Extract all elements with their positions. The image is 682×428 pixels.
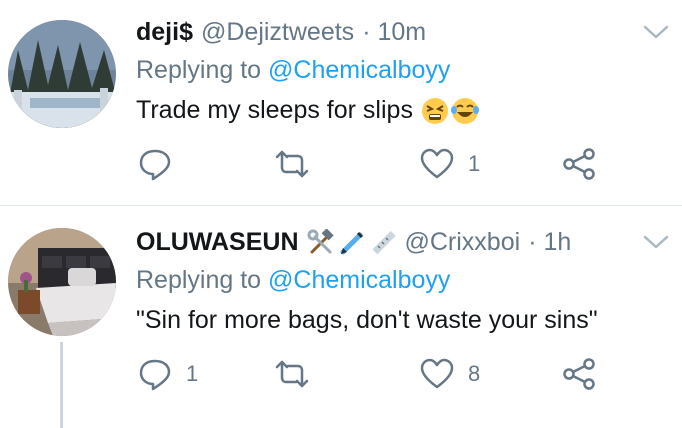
handle[interactable]: @Crixxboi	[405, 228, 521, 257]
like-button[interactable]: 8	[420, 356, 480, 392]
avatar[interactable]	[8, 228, 116, 336]
replying-to-handle[interactable]: @Chemicalboyy	[268, 266, 450, 294]
display-name[interactable]: deji$	[136, 18, 193, 47]
tweet-text: Trade my sleeps for slips	[136, 96, 479, 125]
chevron-down-icon[interactable]	[642, 232, 670, 252]
replying-to-handle[interactable]: @Chemicalboyy	[268, 56, 450, 84]
retweet-icon	[275, 150, 309, 178]
heart-icon	[420, 148, 454, 179]
reply-icon	[139, 359, 171, 391]
replying-to: Replying to @Chemicalboyy	[136, 266, 450, 295]
tweet[interactable]: OLUWASEUN @Crixxboi · 1h Replying to @Ch…	[0, 206, 682, 428]
tired-face-emoji	[421, 97, 448, 124]
tweet-text-content: Trade my sleeps for slips	[136, 96, 413, 124]
retweet-icon	[275, 360, 309, 388]
like-count: 1	[468, 151, 481, 176]
retweet-button[interactable]	[273, 146, 325, 182]
share-icon	[563, 358, 595, 390]
reply-count: 1	[186, 361, 199, 386]
display-name[interactable]: OLUWASEUN	[136, 228, 299, 257]
retweet-button[interactable]	[273, 356, 325, 392]
like-button[interactable]: 1	[420, 146, 480, 182]
timestamp[interactable]: · 1h	[528, 228, 571, 257]
tweet-actions: 1	[138, 146, 608, 182]
reply-button[interactable]: 1	[138, 356, 198, 392]
tweet[interactable]: deji$ @Dejiztweets · 10m Replying to @Ch…	[0, 0, 682, 206]
timestamp[interactable]: · 10m	[362, 18, 426, 47]
heart-icon	[420, 358, 454, 389]
tweet-header: OLUWASEUN @Crixxboi · 1h	[136, 228, 571, 257]
avatar-image	[8, 20, 116, 128]
joy-emoji	[450, 97, 479, 124]
like-count: 8	[468, 361, 481, 386]
replying-to-label: Replying to	[136, 266, 262, 294]
tweet-text: "Sin for more bags, don't waste your sin…	[136, 306, 598, 335]
hammer-and-wrench-emoji	[307, 228, 334, 253]
reply-button[interactable]	[138, 146, 186, 182]
handle[interactable]: @Dejiztweets	[201, 18, 354, 47]
replying-to-label: Replying to	[136, 56, 262, 84]
tweet-actions: 1 8	[138, 356, 608, 392]
share-button[interactable]	[562, 356, 596, 392]
share-button[interactable]	[562, 146, 596, 182]
tweet-header: deji$ @Dejiztweets · 10m	[136, 18, 426, 47]
avatar-image	[8, 228, 116, 336]
name-emojis	[307, 228, 397, 257]
reply-icon	[139, 149, 171, 181]
tweet-text-content: "Sin for more bags, don't waste your sin…	[136, 306, 598, 334]
replying-to: Replying to @Chemicalboyy	[136, 56, 450, 85]
pen-emoji	[340, 231, 363, 254]
thread-line	[60, 342, 63, 428]
share-icon	[563, 148, 595, 180]
avatar[interactable]	[8, 20, 116, 128]
ruler-emoji	[371, 230, 396, 254]
chevron-down-icon[interactable]	[642, 22, 670, 42]
